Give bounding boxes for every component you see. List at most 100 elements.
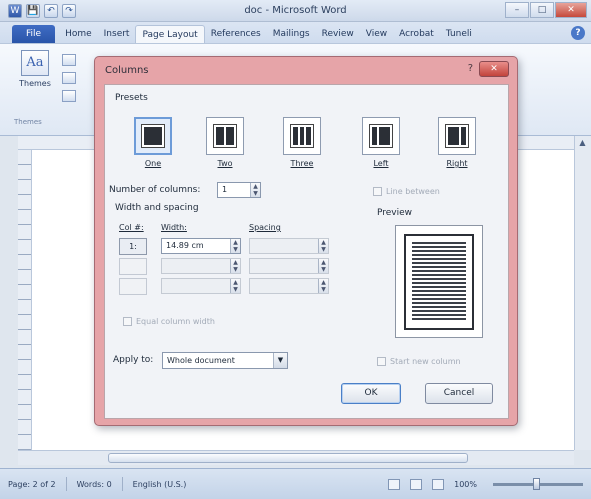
equal-column-width-checkbox[interactable]	[123, 317, 132, 326]
apply-to-label: Apply to:	[113, 355, 154, 365]
tab-view[interactable]: View	[360, 25, 393, 43]
tab-tuneli[interactable]: Tuneli	[440, 25, 478, 43]
dialog-help-icon[interactable]: ?	[468, 63, 473, 74]
tab-home[interactable]: Home	[59, 25, 98, 43]
zoom-slider-knob[interactable]	[533, 477, 540, 490]
two-columns-icon	[213, 124, 237, 148]
preset-left[interactable]: Left	[361, 117, 401, 168]
preset-one-box	[134, 117, 172, 155]
spinner-arrows-icon[interactable]: ▲ ▼	[318, 259, 328, 273]
theme-fonts-icon[interactable]	[62, 72, 76, 84]
column-spacing-3[interactable]: ▲ ▼	[249, 278, 329, 294]
preset-left-box	[362, 117, 400, 155]
apply-to-select[interactable]: Whole document ▼	[162, 352, 288, 369]
equal-column-width-label: Equal column width	[136, 317, 215, 326]
cancel-button[interactable]: Cancel	[425, 383, 493, 404]
web-layout-view-icon[interactable]	[432, 478, 445, 490]
line-between-checkbox[interactable]	[373, 187, 382, 196]
vertical-scrollbar[interactable]: ▲	[574, 136, 591, 450]
preset-right[interactable]: Right	[437, 117, 477, 168]
start-new-column-checkbox[interactable]	[377, 357, 386, 366]
preset-one[interactable]: One	[133, 117, 173, 168]
themes-label: Themes	[19, 79, 51, 88]
tab-file[interactable]: File	[12, 25, 56, 43]
title-bar: W 💾 ↶ ↷ doc - Microsoft Word – □ ✕	[0, 0, 591, 22]
equal-column-width-option[interactable]: Equal column width	[123, 317, 215, 326]
minimize-button[interactable]: –	[505, 2, 529, 18]
preset-one-label: One	[144, 159, 162, 168]
number-of-columns-value: 1	[222, 185, 228, 194]
line-between-option[interactable]: Line between	[373, 187, 440, 196]
tab-insert[interactable]: Insert	[98, 25, 136, 43]
scroll-up-icon[interactable]: ▲	[575, 136, 590, 150]
tab-references[interactable]: References	[205, 25, 267, 43]
preset-two[interactable]: Two	[205, 117, 245, 168]
columns-dialog: Columns ? ✕ Presets One Two Three Left R…	[94, 56, 518, 426]
number-of-columns-spinner[interactable]: 1 ▲ ▼	[217, 182, 261, 198]
horizontal-scrollbar[interactable]	[18, 450, 574, 465]
preset-three[interactable]: Three	[282, 117, 322, 168]
number-of-columns-label: Number of columns:	[109, 185, 201, 195]
ribbon-tab-bar: File Home Insert Page Layout References …	[0, 22, 591, 44]
tab-page-layout[interactable]: Page Layout	[135, 25, 205, 43]
language-indicator[interactable]: English (U.S.)	[133, 480, 187, 489]
vertical-ruler[interactable]	[18, 150, 32, 450]
print-layout-view-icon[interactable]	[388, 478, 401, 490]
close-window-button[interactable]: ✕	[555, 2, 587, 18]
help-icon[interactable]: ?	[571, 26, 585, 40]
page-count[interactable]: Page: 2 of 2	[8, 480, 56, 489]
start-new-column-option[interactable]: Start new column	[377, 357, 461, 366]
left-columns-icon	[369, 124, 393, 148]
spinner-arrows-icon[interactable]: ▲ ▼	[230, 259, 240, 273]
preset-three-label: Three	[290, 159, 314, 168]
spacing-header: Spacing	[249, 223, 281, 232]
tab-mailings[interactable]: Mailings	[267, 25, 316, 43]
themes-icon: Aa	[21, 50, 49, 76]
status-separator	[121, 477, 123, 491]
maximize-button[interactable]: □	[530, 2, 554, 18]
column-width-1[interactable]: 14.89 cm ▲ ▼	[161, 238, 241, 254]
preset-two-label: Two	[217, 159, 233, 168]
window-controls: – □ ✕	[504, 2, 587, 18]
preset-two-box	[206, 117, 244, 155]
spinner-arrows-icon[interactable]: ▲ ▼	[318, 239, 328, 253]
col-number-1: 1:	[119, 238, 147, 255]
preview-page	[404, 233, 474, 330]
tab-acrobat[interactable]: Acrobat	[393, 25, 440, 43]
spinner-arrows-icon[interactable]: ▲ ▼	[230, 239, 240, 253]
theme-colors-icon[interactable]	[62, 54, 76, 66]
chevron-down-icon[interactable]: ▼	[273, 353, 287, 368]
spinner-arrows-icon[interactable]: ▲ ▼	[250, 183, 260, 197]
dialog-body: Presets One Two Three Left Right Number …	[104, 84, 509, 419]
ok-button[interactable]: OK	[341, 383, 401, 404]
column-spacing-2[interactable]: ▲ ▼	[249, 258, 329, 274]
one-column-icon	[141, 124, 165, 148]
status-separator	[65, 477, 67, 491]
tab-review[interactable]: Review	[316, 25, 360, 43]
presets-label: Presets	[115, 93, 148, 103]
start-new-column-label: Start new column	[390, 357, 461, 366]
preview-label: Preview	[377, 208, 413, 218]
ribbon-group-label: Themes	[14, 118, 42, 126]
preview-pane	[395, 225, 483, 338]
column-width-3[interactable]: ▲ ▼	[161, 278, 241, 294]
column-spacing-1[interactable]: ▲ ▼	[249, 238, 329, 254]
themes-button[interactable]: Aa Themes	[14, 50, 56, 108]
full-screen-view-icon[interactable]	[410, 478, 423, 490]
preset-left-label: Left	[373, 159, 389, 168]
spinner-arrows-icon[interactable]: ▲ ▼	[318, 279, 328, 293]
column-width-2[interactable]: ▲ ▼	[161, 258, 241, 274]
width-spacing-label: Width and spacing	[115, 203, 199, 213]
word-count[interactable]: Words: 0	[77, 480, 112, 489]
zoom-slider[interactable]	[493, 477, 583, 490]
horizontal-scroll-thumb[interactable]	[108, 453, 468, 463]
preset-right-box	[438, 117, 476, 155]
column-width-1-value: 14.89 cm	[166, 241, 204, 250]
line-between-label: Line between	[386, 187, 440, 196]
theme-effects-icon[interactable]	[62, 90, 76, 102]
three-columns-icon	[290, 124, 314, 148]
spinner-arrows-icon[interactable]: ▲ ▼	[230, 279, 240, 293]
zoom-level[interactable]: 100%	[454, 480, 477, 489]
apply-to-value: Whole document	[167, 356, 235, 365]
dialog-close-button[interactable]: ✕	[479, 61, 509, 77]
